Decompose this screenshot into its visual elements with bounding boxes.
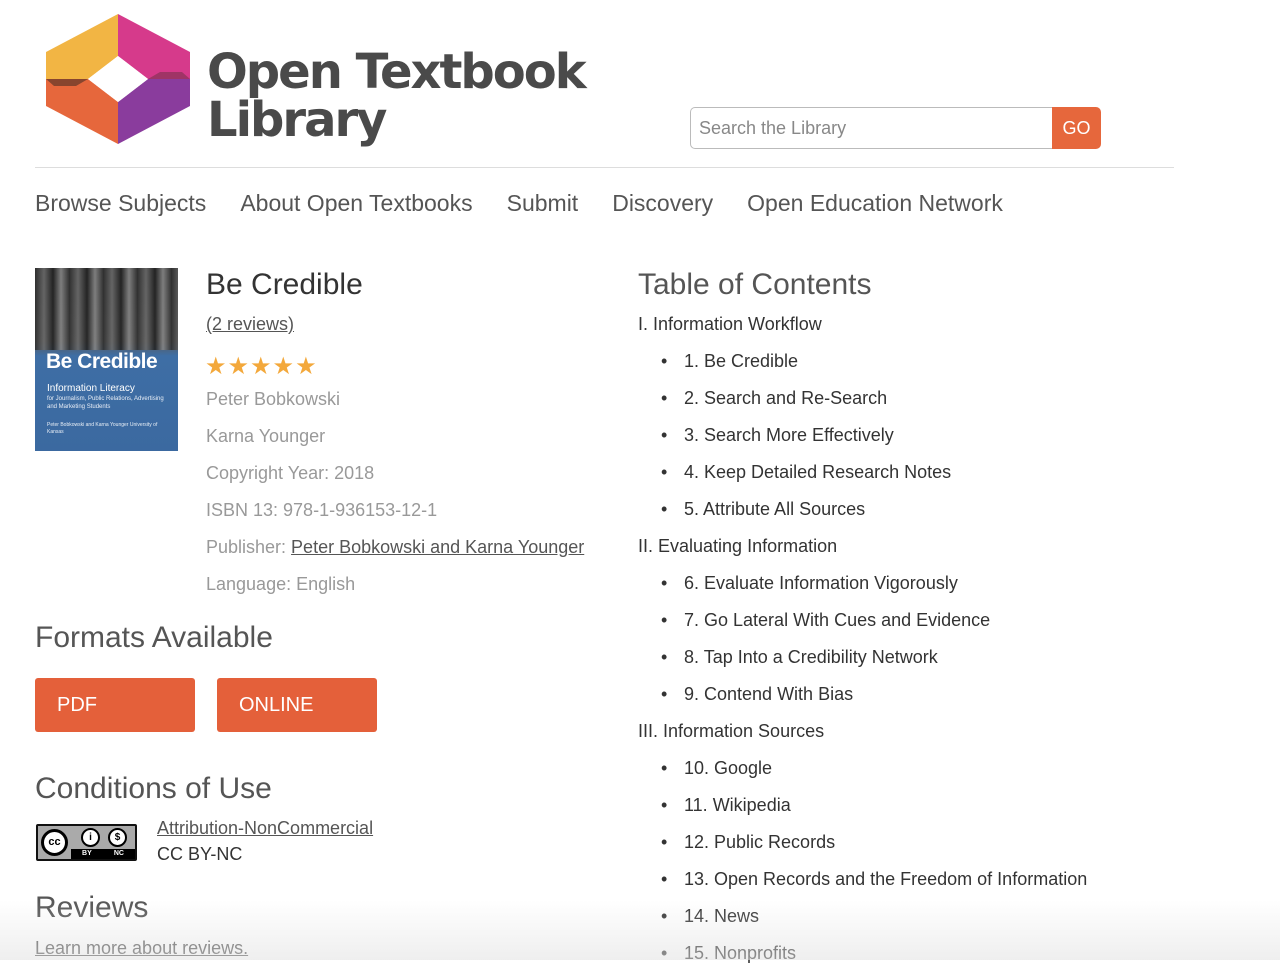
toc-chapter-label: 12. Public Records — [684, 832, 836, 852]
toc-chapter-label: 13. Open Records and the Freedom of Info… — [684, 869, 1088, 889]
main-nav: Browse Subjects About Open Textbooks Sub… — [35, 190, 1003, 217]
language: Language: English — [206, 574, 356, 594]
reviews-count-link[interactable]: (2 reviews) — [206, 314, 294, 335]
toc-chapter-label: 2. Search and Re-Search — [684, 388, 888, 408]
toc-chapter-label: 6. Evaluate Information Vigorously — [684, 573, 958, 593]
attribution-icon: i — [81, 828, 100, 847]
toc-chapter[interactable]: 3. Search More Effectively — [661, 425, 894, 446]
cover-subtitle: Information Literacy — [47, 383, 135, 394]
toc-chapter-label: 11. Wikipedia — [684, 795, 791, 815]
header-divider — [35, 167, 1174, 168]
logo-line-2: Library — [207, 92, 387, 148]
toc-part: III. Information Sources — [638, 721, 825, 741]
search-input[interactable] — [690, 107, 1053, 149]
site-header: Open Textbook Library GO — [0, 0, 1280, 168]
publisher-link[interactable]: Peter Bobkowski and Karna Younger — [291, 537, 584, 557]
author-1: Peter Bobkowski — [206, 389, 341, 409]
nav-discovery[interactable]: Discovery — [612, 190, 713, 217]
author-2: Karna Younger — [206, 426, 326, 446]
toc-chapter-label: 15. Nonprofits — [684, 943, 797, 963]
toc-chapter[interactable]: 10. Google — [661, 758, 773, 779]
logo-line-1: Open Textbook — [207, 44, 587, 100]
book-cover: Be Credible Information Literacy for Jou… — [35, 268, 178, 451]
cc-badge-labels: BY NC — [71, 849, 135, 859]
toc-chapter-label: 1. Be Credible — [684, 351, 799, 371]
nav-about-open-textbooks[interactable]: About Open Textbooks — [240, 190, 472, 217]
star-rating-icon: ★★★★★ — [205, 353, 318, 380]
toc-chapter[interactable]: 5. Attribute All Sources — [661, 499, 866, 520]
toc-chapter-label: 5. Attribute All Sources — [684, 499, 866, 519]
toc-part: II. Evaluating Information — [638, 536, 838, 556]
toc-chapter[interactable]: 8. Tap Into a Credibility Network — [661, 647, 938, 668]
toc-part: I. Information Workflow — [638, 314, 822, 334]
toc-chapter[interactable]: 15. Nonprofits — [661, 943, 797, 964]
cover-subtitle-2: for Journalism, Public Relations, Advert… — [47, 396, 164, 410]
toc-chapter-label: 3. Search More Effectively — [684, 425, 894, 445]
publisher-label: Publisher: — [206, 537, 292, 557]
toc-chapter[interactable]: 14. News — [661, 906, 760, 927]
copyright-year: Copyright Year: 2018 — [206, 463, 375, 483]
license-code: CC BY-NC — [157, 844, 243, 864]
book-title: Be Credible — [206, 268, 363, 301]
cover-photo — [35, 268, 178, 350]
cc-license-icon[interactable]: cc i $ BY NC — [36, 824, 137, 861]
license-link[interactable]: Attribution-NonCommercial — [157, 818, 373, 839]
learn-more-reviews-link[interactable]: Learn more about reviews. — [35, 938, 248, 959]
nav-browse-subjects[interactable]: Browse Subjects — [35, 190, 206, 217]
nav-open-education-network[interactable]: Open Education Network — [747, 190, 1003, 217]
toc-chapter[interactable]: 11. Wikipedia — [661, 795, 791, 816]
search-bar: GO — [690, 107, 1101, 149]
toc-chapter-label: 9. Contend With Bias — [684, 684, 854, 704]
site-logo-text[interactable]: Open Textbook Library — [207, 44, 587, 148]
nav-submit[interactable]: Submit — [507, 190, 579, 217]
pdf-button[interactable]: PDF — [35, 678, 195, 732]
online-button[interactable]: ONLINE — [217, 678, 377, 732]
toc-chapter[interactable]: 13. Open Records and the Freedom of Info… — [661, 869, 1088, 890]
toc-chapter-label: 14. News — [684, 906, 760, 926]
cover-authors: Peter Bobkowski and Karna Younger Univer… — [47, 422, 158, 435]
noncommercial-icon: $ — [108, 828, 127, 847]
search-go-button[interactable]: GO — [1052, 107, 1101, 149]
toc-chapter[interactable]: 7. Go Lateral With Cues and Evidence — [661, 610, 991, 631]
logo-icon[interactable] — [46, 14, 190, 144]
isbn: ISBN 13: 978-1-936153-12-1 — [206, 500, 438, 520]
reviews-heading: Reviews — [35, 891, 149, 924]
toc-heading: Table of Contents — [638, 268, 872, 301]
toc-chapter[interactable]: 2. Search and Re-Search — [661, 388, 888, 409]
toc-chapter-label: 4. Keep Detailed Research Notes — [684, 462, 952, 482]
cover-title: Be Credible — [46, 350, 158, 373]
cc-logo-icon: cc — [41, 829, 68, 856]
toc-chapter[interactable]: 4. Keep Detailed Research Notes — [661, 462, 952, 483]
toc-chapter[interactable]: 1. Be Credible — [661, 351, 799, 372]
toc-chapter[interactable]: 12. Public Records — [661, 832, 836, 853]
toc-chapter[interactable]: 9. Contend With Bias — [661, 684, 854, 705]
toc-chapter-label: 7. Go Lateral With Cues and Evidence — [684, 610, 991, 630]
formats-heading: Formats Available — [35, 621, 273, 654]
toc-chapter-label: 8. Tap Into a Credibility Network — [684, 647, 938, 667]
publisher: Publisher: Peter Bobkowski and Karna You… — [206, 537, 584, 558]
conditions-heading: Conditions of Use — [35, 772, 272, 805]
cc-badge-by: BY — [82, 850, 92, 857]
toc-chapter[interactable]: 6. Evaluate Information Vigorously — [661, 573, 958, 594]
toc-chapter-label: 10. Google — [684, 758, 773, 778]
cc-badge-nc: NC — [113, 850, 124, 857]
